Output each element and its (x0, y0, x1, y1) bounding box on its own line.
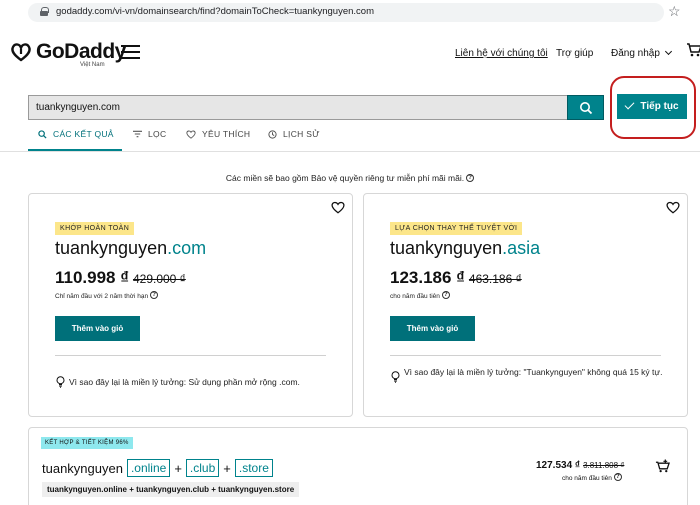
tab-label: YÊU THÍCH (202, 129, 251, 139)
tab-results[interactable]: CÁC KẾT QUẢ (38, 129, 114, 139)
tab-label: CÁC KẾT QUẢ (53, 129, 114, 139)
reason-text: Vì sao đây lại là miền lý tưởng: Sử dụng… (69, 377, 300, 387)
domain-name: tuankynguyen.asia (390, 238, 541, 258)
domain-card-exact-match: KHỚP HOÀN TOÀN tuankynguyen.com 110.998 … (28, 193, 353, 417)
continue-label: Tiếp tục (640, 101, 679, 112)
bundle-price: 127.534 ₫ 3.811.808 ₫ (536, 460, 625, 471)
tld-chip: .store (234, 459, 273, 477)
lightbulb-icon (391, 371, 400, 383)
tab-favorites[interactable]: YÊU THÍCH (186, 129, 250, 139)
tab-label: LỌC (148, 129, 167, 139)
plus-sign: + (174, 460, 182, 476)
lock-icon (40, 7, 49, 16)
info-icon[interactable]: ? (150, 291, 159, 299)
contact-link[interactable]: Liên hệ với chúng tôi (455, 48, 548, 59)
search-icon (38, 129, 47, 139)
url-text[interactable]: godaddy.com/vi-vn/domainsearch/find?doma… (56, 6, 374, 17)
search-button[interactable] (567, 95, 604, 120)
filter-icon (133, 130, 142, 138)
godaddy-logo-icon (11, 43, 31, 62)
chevron-down-icon (664, 47, 672, 56)
heart-icon (186, 130, 196, 139)
add-to-cart-button[interactable]: Thêm vào giỏ (390, 316, 475, 341)
bookmark-star-icon[interactable]: ☆ (668, 3, 681, 20)
domain-card-alternative: LỰA CHỌN THAY THẾ TUYỆT VỜI tuankynguyen… (363, 193, 688, 417)
history-icon (268, 129, 277, 139)
login-dropdown[interactable]: Đăng nhập (611, 47, 672, 59)
plus-sign: + (223, 460, 231, 476)
domain-search-input[interactable] (29, 96, 567, 119)
privacy-notice-text: Các miền sẽ bao gồm Bảo vệ quyền riêng t… (225, 173, 465, 183)
price-note: cho năm đầu tiên? (390, 291, 450, 300)
tab-filter[interactable]: LỌC (133, 129, 166, 139)
check-icon (624, 99, 635, 110)
old-price: 463.186 ₫ (468, 272, 522, 286)
search-icon (579, 101, 592, 114)
price-note: Chỉ năm đầu với 2 năm thời hạn? (55, 291, 159, 300)
bundle-domains: tuankynguyen .online + .club + .store (42, 459, 273, 477)
login-label: Đăng nhập (611, 48, 660, 59)
info-icon[interactable]: ? (441, 291, 450, 299)
bundle-domain-list: tuankynguyen.online + tuankynguyen.club … (42, 482, 300, 497)
privacy-notice: Các miền sẽ bao gồm Bảo vệ quyền riêng t… (0, 173, 700, 183)
domain-price: 123.186 ₫ 463.186 ₫ (390, 268, 522, 287)
tld-chip: .club (185, 459, 220, 477)
price-note: cho năm đầu tiên? (562, 473, 622, 482)
old-price: 3.811.808 ₫ (583, 461, 625, 470)
status-badge: LỰA CHỌN THAY THẾ TUYỆT VỜI (390, 222, 523, 235)
logo-region: Việt Nam (80, 62, 105, 68)
cart-icon[interactable] (686, 43, 700, 57)
divider (390, 355, 661, 356)
browser-url-bar: godaddy.com/vi-vn/domainsearch/find?doma… (0, 0, 700, 24)
add-to-cart-icon[interactable] (655, 459, 670, 473)
domain-search-field[interactable] (28, 95, 568, 120)
menu-icon[interactable] (121, 45, 140, 59)
continue-button[interactable]: Tiếp tục (617, 94, 687, 119)
bundle-card: KẾT HỢP & TIẾT KIỆM 96% tuankynguyen .on… (28, 427, 688, 505)
info-icon[interactable]: ? (466, 174, 475, 182)
domain-name: tuankynguyen.com (55, 238, 207, 258)
divider (0, 151, 700, 152)
status-badge: KHỚP HOÀN TOÀN (55, 222, 135, 235)
tld-chip: .online (126, 459, 171, 477)
add-to-cart-button[interactable]: Thêm vào giỏ (55, 316, 140, 341)
tab-history[interactable]: LỊCH SỬ (268, 129, 320, 139)
bundle-base-name: tuankynguyen (42, 460, 123, 476)
old-price: 429.000 ₫ (132, 272, 186, 286)
reason-text: Vì sao đây lại là miền lý tưởng: "Tuanky… (404, 367, 663, 377)
bundle-badge: KẾT HỢP & TIẾT KIỆM 96% (41, 437, 133, 449)
info-icon[interactable]: ? (613, 473, 622, 481)
heart-icon[interactable] (331, 201, 345, 214)
help-link[interactable]: Trợ giúp (556, 48, 593, 59)
divider (55, 355, 326, 356)
logo-text: GoDaddy (36, 40, 126, 63)
domain-price: 110.998 ₫ 429.000 ₫ (55, 268, 186, 287)
lightbulb-icon (56, 376, 65, 388)
heart-icon[interactable] (666, 201, 680, 214)
tab-label: LỊCH SỬ (283, 129, 320, 139)
